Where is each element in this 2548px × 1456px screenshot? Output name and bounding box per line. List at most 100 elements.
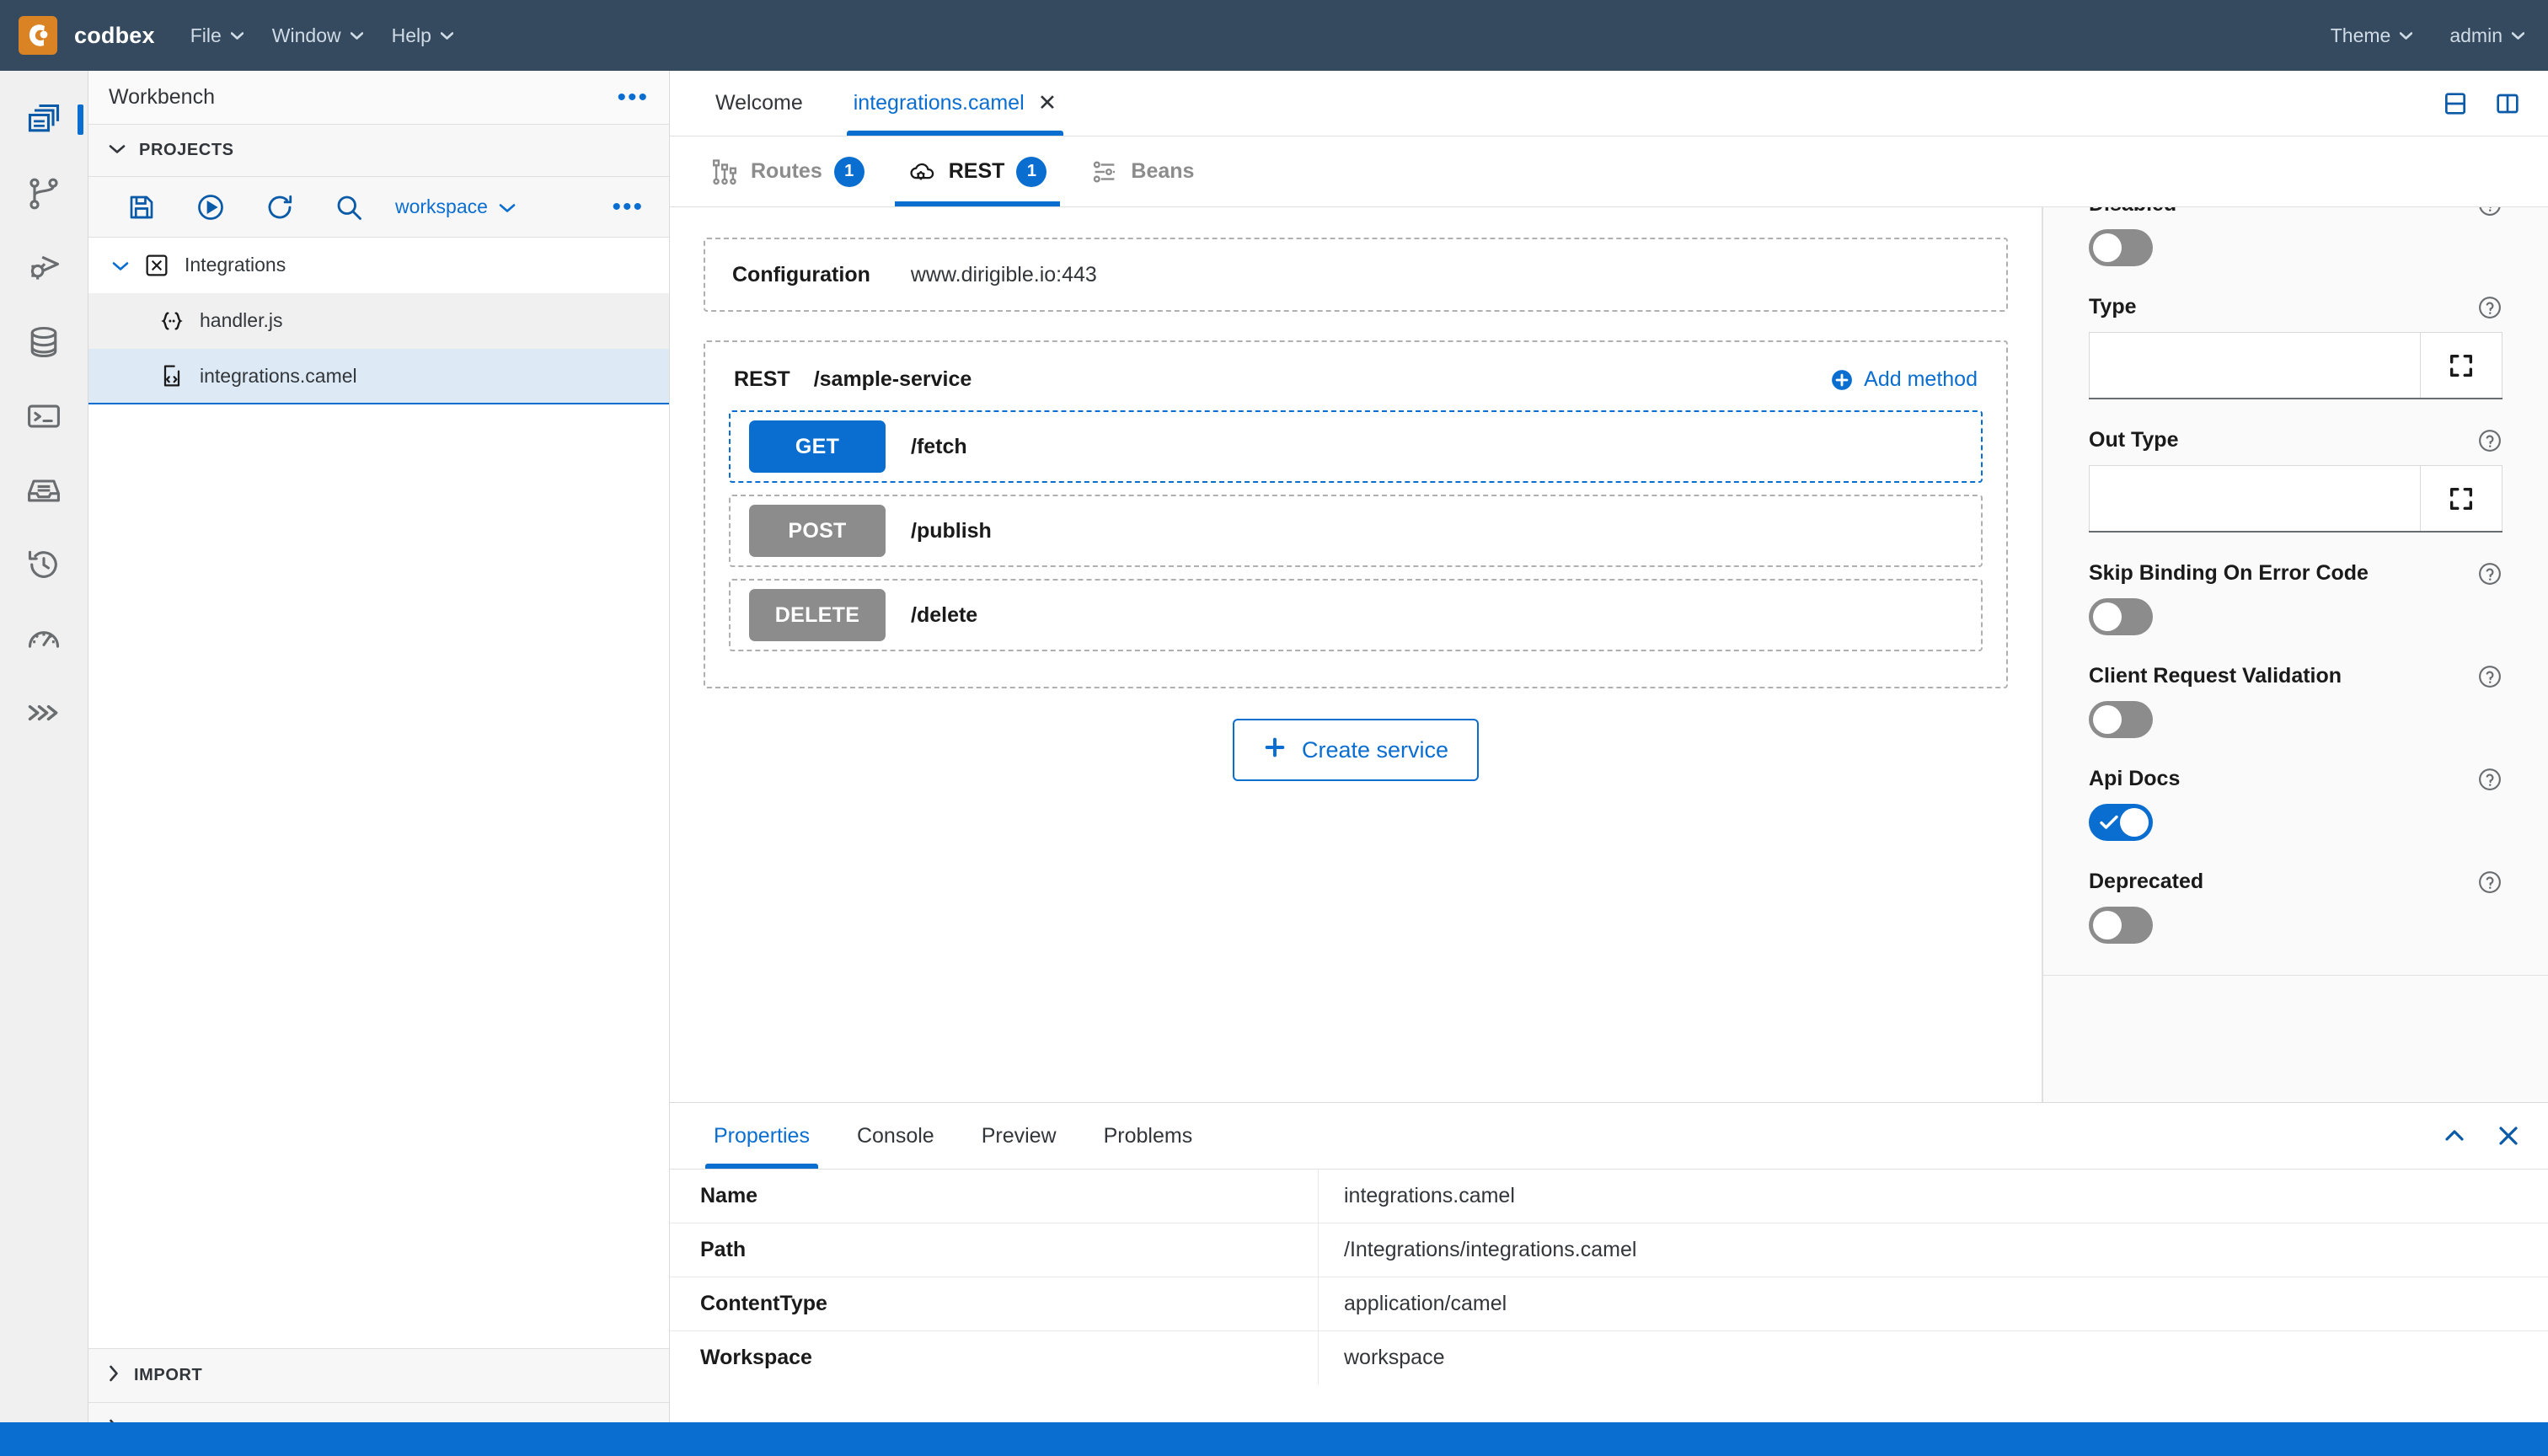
- editor-tabbar: Welcome integrations.camel ✕: [670, 71, 2548, 136]
- properties-scroll-area[interactable]: Disabled Type: [2043, 207, 2548, 975]
- method-path-get: /fetch: [911, 434, 967, 458]
- workspace-selector[interactable]: workspace: [395, 195, 516, 218]
- check-icon: [2100, 814, 2118, 835]
- tab-console[interactable]: Console: [833, 1103, 958, 1169]
- out-type-input[interactable]: [2089, 465, 2420, 531]
- tab-welcome[interactable]: Welcome: [690, 71, 828, 136]
- rail-item-debugger[interactable]: [0, 231, 88, 305]
- codbex-logo-icon[interactable]: [19, 16, 57, 55]
- toggle-disabled[interactable]: [2089, 229, 2153, 266]
- split-horizontal-icon[interactable]: [2442, 90, 2469, 117]
- tab-preview[interactable]: Preview: [958, 1103, 1080, 1169]
- method-row-delete[interactable]: DELETE /delete: [729, 579, 1983, 651]
- menu-help[interactable]: Help: [392, 24, 453, 47]
- help-icon[interactable]: [2477, 207, 2502, 217]
- property-client-request-validation-label: Client Request Validation: [2089, 664, 2342, 688]
- toggle-skip-binding[interactable]: [2089, 598, 2153, 635]
- rail-item-gauge[interactable]: [0, 602, 88, 676]
- help-icon[interactable]: [2477, 870, 2502, 895]
- property-skip-binding: Skip Binding On Error Code: [2089, 561, 2502, 635]
- tab-routes[interactable]: Routes 1: [688, 136, 886, 206]
- workbench-icon: [25, 101, 62, 138]
- chevron-down-icon: [350, 31, 363, 40]
- rail-item-chevrons[interactable]: [0, 676, 88, 750]
- bottom-panel-actions: [2442, 1103, 2548, 1169]
- split-vertical-icon[interactable]: [2494, 90, 2521, 117]
- toggle-api-docs[interactable]: [2089, 804, 2153, 841]
- publish-button[interactable]: [176, 181, 245, 233]
- method-verb-delete[interactable]: DELETE: [749, 589, 886, 641]
- help-icon[interactable]: [2477, 428, 2502, 453]
- method-verb-post[interactable]: POST: [749, 505, 886, 557]
- create-service-button[interactable]: Create service: [1232, 719, 1480, 781]
- rail-item-history[interactable]: [0, 527, 88, 602]
- collapse-icon[interactable]: [2442, 1127, 2467, 1144]
- property-deprecated-label: Deprecated: [2089, 870, 2204, 893]
- help-icon[interactable]: [2477, 767, 2502, 792]
- menu-file-label: File: [190, 24, 222, 46]
- tree-file-integrations-camel[interactable]: integrations.camel: [88, 349, 669, 404]
- help-icon[interactable]: [2477, 295, 2502, 320]
- refresh-icon: [265, 192, 295, 222]
- import-section-header[interactable]: IMPORT: [88, 1348, 669, 1402]
- projects-overflow-menu-icon[interactable]: •••: [612, 194, 644, 219]
- javascript-file-icon: [158, 307, 186, 335]
- help-icon[interactable]: [2477, 561, 2502, 586]
- refresh-button[interactable]: [245, 181, 314, 233]
- method-row-post[interactable]: POST /publish: [729, 495, 1983, 567]
- row-key: ContentType: [670, 1277, 1319, 1330]
- tab-rest[interactable]: REST 1: [886, 136, 1069, 206]
- designer-row: Configuration www.dirigible.io:443 REST …: [670, 207, 2548, 1102]
- tab-problems-label: Problems: [1103, 1123, 1193, 1148]
- rail-item-inbox[interactable]: [0, 453, 88, 527]
- brand-title: codbex: [74, 22, 155, 48]
- tab-properties[interactable]: Properties: [690, 1103, 833, 1169]
- table-row: Workspace workspace: [670, 1330, 2548, 1384]
- rest-title: REST: [734, 367, 790, 391]
- tab-problems[interactable]: Problems: [1080, 1103, 1217, 1169]
- tab-beans[interactable]: Beans: [1068, 136, 1216, 206]
- user-label: admin: [2449, 24, 2502, 46]
- add-method-button[interactable]: Add method: [1831, 367, 1978, 392]
- chevron-down-icon[interactable]: [112, 254, 129, 276]
- tab-integrations-camel[interactable]: integrations.camel ✕: [828, 71, 1083, 136]
- search-button[interactable]: [314, 181, 383, 233]
- rail-item-git[interactable]: [0, 157, 88, 231]
- tree-file-handler-js[interactable]: handler.js: [88, 293, 669, 349]
- rail-item-terminal[interactable]: [0, 379, 88, 453]
- add-method-label: Add method: [1864, 367, 1978, 391]
- panel-overflow-menu-icon[interactable]: •••: [617, 84, 649, 110]
- table-row: Name integrations.camel: [670, 1169, 2548, 1223]
- user-menu[interactable]: admin: [2449, 24, 2524, 47]
- tree-folder-integrations[interactable]: Integrations: [88, 238, 669, 293]
- theme-selector[interactable]: Theme: [2331, 24, 2413, 47]
- type-input[interactable]: [2089, 332, 2420, 398]
- property-type-label: Type: [2089, 295, 2137, 318]
- menu-window[interactable]: Window: [272, 24, 363, 47]
- close-icon[interactable]: [2497, 1125, 2519, 1147]
- toggle-client-request-validation[interactable]: [2089, 701, 2153, 738]
- rail-item-database[interactable]: [0, 305, 88, 379]
- method-row-get[interactable]: GET /fetch: [729, 410, 1983, 483]
- expand-icon[interactable]: [2420, 332, 2502, 398]
- theme-label: Theme: [2330, 24, 2391, 46]
- toggle-deprecated[interactable]: [2089, 907, 2153, 944]
- save-button[interactable]: [107, 181, 176, 233]
- field-type: [2089, 332, 2502, 399]
- rest-designer-canvas: Configuration www.dirigible.io:443 REST …: [670, 207, 2042, 1102]
- tab-rest-label: REST: [948, 159, 1005, 183]
- search-icon: [334, 192, 364, 222]
- help-icon[interactable]: [2477, 664, 2502, 689]
- chevron-down-icon: [2512, 31, 2524, 40]
- expand-icon[interactable]: [2420, 465, 2502, 531]
- plus-icon: [1263, 736, 1287, 765]
- close-icon[interactable]: ✕: [1038, 92, 1057, 115]
- method-verb-get[interactable]: GET: [749, 420, 886, 473]
- configuration-card[interactable]: Configuration www.dirigible.io:443: [704, 238, 2008, 312]
- panel-title: Workbench: [109, 85, 215, 109]
- menu-help-label: Help: [391, 24, 431, 46]
- projects-section-header[interactable]: PROJECTS: [88, 125, 669, 177]
- menu-file[interactable]: File: [190, 24, 244, 47]
- chevrons-icon: [25, 694, 62, 731]
- rail-item-workbench[interactable]: [0, 83, 88, 157]
